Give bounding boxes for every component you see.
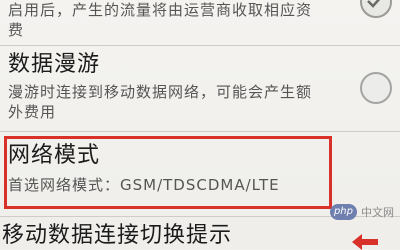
watermark: php 中文网 — [329, 204, 394, 220]
mobile-data-setting[interactable]: 启用后，产生的流量将由运营商收取相应资 费 — [0, 0, 400, 44]
data-roaming-checkbox[interactable] — [360, 72, 392, 104]
mobile-data-description-line2: 费 — [8, 21, 25, 39]
checkmark-icon — [367, 0, 381, 8]
switch-prompt-title: 移动数据连接切换提示 — [2, 223, 233, 248]
red-arrow-icon — [352, 234, 378, 250]
highlight-annotation-box — [4, 136, 332, 209]
watermark-badge: php — [329, 204, 357, 220]
watermark-text: 中文网 — [361, 206, 394, 219]
mobile-data-description-line1: 启用后，产生的流量将由运营商收取相应资 — [8, 1, 313, 19]
mobile-data-checkbox[interactable] — [360, 0, 392, 18]
mobile-network-settings-screen: 启用后，产生的流量将由运营商收取相应资 费 数据漫游 漫游时连接到移动数据网络，… — [0, 0, 400, 250]
divider — [0, 131, 400, 132]
data-roaming-setting[interactable]: 数据漫游 漫游时连接到移动数据网络，可能会产生额 外费用 — [0, 46, 400, 130]
data-roaming-description-line1: 漫游时连接到移动数据网络，可能会产生额 — [8, 83, 313, 101]
mobile-data-switch-prompt-setting[interactable]: 移动数据连接切换提示 — [0, 217, 400, 249]
data-roaming-description-line2: 外费用 — [8, 103, 57, 121]
data-roaming-title: 数据漫游 — [8, 52, 101, 77]
